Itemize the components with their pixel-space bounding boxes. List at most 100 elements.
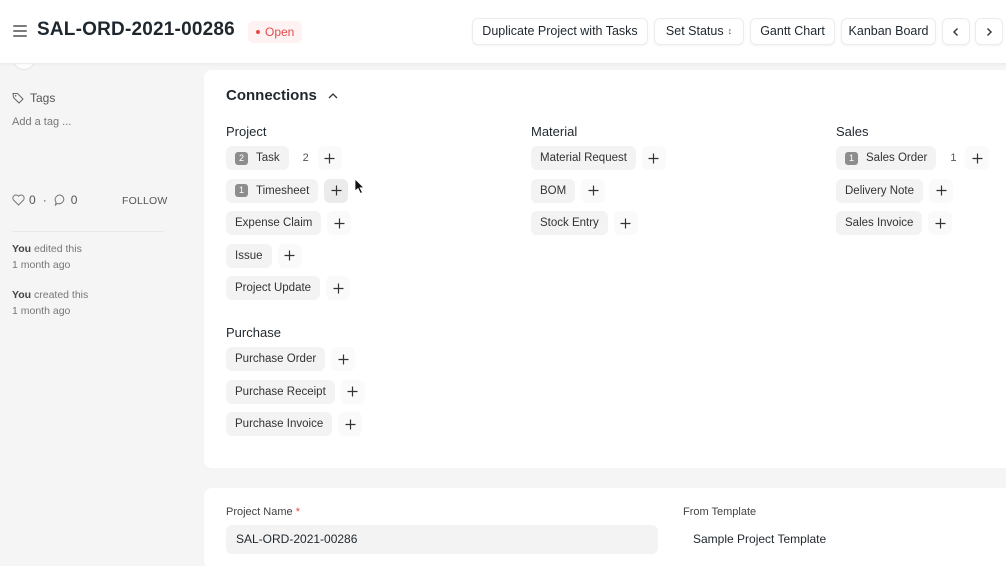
project-form-card: Project Name * SAL-ORD-2021-00286 From T… <box>204 488 1006 566</box>
group-title: Purchase <box>226 325 281 340</box>
comments-count: 0 <box>70 193 78 207</box>
status-badge: Open <box>248 21 303 43</box>
plus-icon <box>936 185 947 196</box>
activity-time: 1 month ago <box>12 259 71 271</box>
connection-count: 2 <box>302 152 309 164</box>
project-name-label-text: Project Name <box>226 506 293 518</box>
group-title: Project <box>226 124 267 139</box>
add-issue-button[interactable] <box>277 243 302 268</box>
set-status-button[interactable]: Set Status ↕ <box>654 18 744 45</box>
duplicate-project-button[interactable]: Duplicate Project with Tasks <box>472 18 648 45</box>
add-delivery-note-button[interactable] <box>929 178 954 203</box>
set-status-label: Set Status <box>665 24 724 38</box>
group-title: Sales <box>836 124 869 139</box>
add-purchase-invoice-button[interactable] <box>338 412 363 436</box>
plus-icon <box>345 419 356 429</box>
connection-label: Delivery Note <box>845 184 915 197</box>
connection-link-sales-invoice[interactable]: Sales Invoice <box>836 211 923 235</box>
connection-link-sales-order[interactable]: 1 Sales Order <box>836 146 937 170</box>
activity-action: edited this <box>33 243 82 255</box>
connection-link-stock-entry[interactable]: Stock Entry <box>531 211 608 235</box>
activity-item: You created this 1 month ago <box>12 287 88 319</box>
connection-link-delivery-note[interactable]: Delivery Note <box>836 178 924 203</box>
comment-icon[interactable] <box>54 194 67 206</box>
kanban-board-button[interactable]: Kanban Board <box>841 18 936 45</box>
connection-row: Purchase Order <box>226 347 365 371</box>
add-purchase-order-button[interactable] <box>331 347 356 371</box>
connection-label: Purchase Receipt <box>235 385 326 398</box>
connection-link-timesheet[interactable]: 1 Timesheet <box>226 178 319 203</box>
connection-label: Sales Invoice <box>845 217 914 229</box>
connection-label: Issue <box>235 249 263 262</box>
connection-row: Purchase Receipt <box>226 379 365 404</box>
add-sales-order-button[interactable] <box>965 146 990 170</box>
status-dot-icon <box>256 29 260 34</box>
connection-label: Expense Claim <box>235 217 313 229</box>
previous-record-button[interactable] <box>942 18 970 45</box>
plus-icon <box>338 354 349 364</box>
plus-icon <box>972 153 983 163</box>
likes-count: 0 <box>29 193 36 207</box>
add-task-button[interactable] <box>317 146 342 170</box>
gantt-chart-button[interactable]: Gantt Chart <box>750 18 835 45</box>
add-purchase-receipt-button[interactable] <box>340 379 365 404</box>
connection-link-task[interactable]: 2 Task <box>226 146 289 170</box>
activity-item: You edited this 1 month ago <box>12 241 82 273</box>
connection-link-project-update[interactable]: Project Update <box>226 276 321 300</box>
heart-icon[interactable] <box>12 194 25 206</box>
plus-icon <box>324 153 335 163</box>
connection-row: 2 Task 2 <box>226 146 351 170</box>
add-tag-link[interactable]: Add a tag ... <box>12 116 71 128</box>
tag-icon <box>12 93 24 104</box>
page-header: SAL-ORD-2021-00286 Open Duplicate Projec… <box>0 0 1006 64</box>
connection-link-purchase-receipt[interactable]: Purchase Receipt <box>226 379 335 404</box>
connection-link-bom[interactable]: BOM <box>531 178 576 203</box>
follow-button[interactable]: FOLLOW <box>122 195 168 207</box>
connections-title: Connections <box>226 87 317 104</box>
connection-link-expense-claim[interactable]: Expense Claim <box>226 211 322 235</box>
add-stock-entry-button[interactable] <box>613 211 638 235</box>
required-mark: * <box>295 506 300 518</box>
connection-label: Project Update <box>235 282 312 294</box>
add-material-request-button[interactable] <box>641 146 666 170</box>
chevron-up-icon <box>328 92 338 98</box>
connection-row: BOM <box>531 178 666 203</box>
plus-icon <box>588 185 599 196</box>
add-expense-claim-button[interactable] <box>327 211 352 235</box>
connection-link-purchase-invoice[interactable]: Purchase Invoice <box>226 412 333 436</box>
plus-icon <box>331 185 342 196</box>
connection-row: Delivery Note <box>836 178 989 203</box>
connection-label: BOM <box>540 184 567 197</box>
page-title: SAL-ORD-2021-00286 <box>37 19 235 40</box>
activity-action: created this <box>33 289 89 301</box>
plus-icon <box>648 153 659 163</box>
add-timesheet-button[interactable] <box>324 178 349 203</box>
add-project-update-button[interactable] <box>326 276 351 300</box>
mouse-cursor-icon <box>354 178 365 195</box>
menu-icon[interactable] <box>13 25 27 37</box>
tags-section: Tags <box>12 91 55 105</box>
activity-user: You <box>12 243 32 255</box>
connection-count: 1 <box>950 152 957 164</box>
connection-link-issue[interactable]: Issue <box>226 243 272 268</box>
connection-link-material-request[interactable]: Material Request <box>531 146 636 170</box>
count-badge: 1 <box>235 184 248 197</box>
select-arrows-icon: ↕ <box>727 26 733 36</box>
connection-row: Purchase Invoice <box>226 412 365 436</box>
add-sales-invoice-button[interactable] <box>928 211 953 235</box>
sidebar: Tags Add a tag ... 0 · 0 FOLLOW You edit… <box>0 54 190 566</box>
connection-row: 1 Sales Order 1 <box>836 146 990 170</box>
connections-toggle[interactable]: Connections <box>226 87 339 104</box>
group-title: Material <box>531 124 578 139</box>
connection-row: Expense Claim <box>226 211 352 235</box>
connection-link-purchase-order[interactable]: Purchase Order <box>226 347 326 371</box>
from-template-input[interactable]: Sample Project Template <box>683 525 1006 554</box>
separator-dot: · <box>42 193 47 207</box>
connection-label: Timesheet <box>256 184 310 197</box>
project-name-input[interactable]: SAL-ORD-2021-00286 <box>226 525 658 554</box>
next-record-button[interactable] <box>975 18 1003 45</box>
project-name-label: Project Name * <box>226 506 300 518</box>
add-bom-button[interactable] <box>581 178 606 203</box>
likes-comments: 0 · 0 <box>12 193 77 207</box>
connection-group-sales: Sales 1 Sales Order 1 Delivery Note Sales… <box>836 124 990 244</box>
